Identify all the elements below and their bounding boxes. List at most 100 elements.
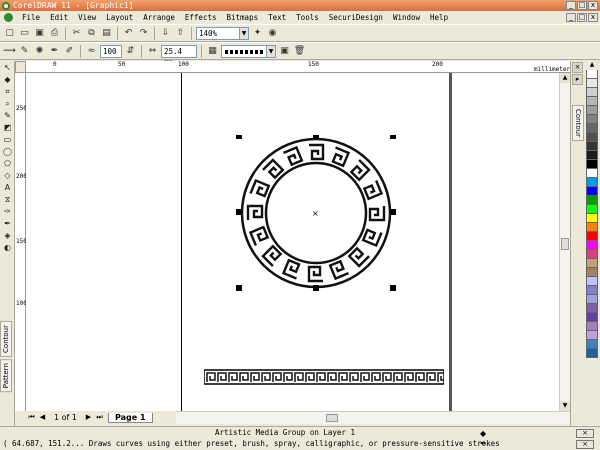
chevron-down-icon[interactable]: ▼ bbox=[240, 26, 249, 40]
page-tab[interactable]: Page 1 bbox=[107, 412, 153, 423]
menu-view[interactable]: View bbox=[73, 13, 101, 22]
doc-close-button[interactable]: x bbox=[588, 13, 598, 22]
zoom-combo[interactable]: 140% ▼ bbox=[196, 26, 249, 40]
interactive-blend-tool-icon[interactable]: ⧖ bbox=[1, 194, 14, 205]
color-swatch[interactable] bbox=[586, 187, 598, 196]
selection-handle[interactable] bbox=[390, 209, 396, 215]
color-swatch[interactable] bbox=[586, 142, 598, 151]
fill-tool-icon[interactable]: ◈ bbox=[1, 230, 14, 241]
docker-close-icon[interactable]: × bbox=[572, 62, 583, 73]
color-swatch[interactable] bbox=[586, 178, 598, 187]
color-swatch[interactable] bbox=[586, 151, 598, 160]
import-icon[interactable]: ⇩ bbox=[159, 27, 172, 40]
horizontal-scroll-thumb[interactable] bbox=[326, 414, 338, 422]
outline-tool-icon[interactable]: ✒ bbox=[1, 218, 14, 229]
color-swatch[interactable] bbox=[586, 295, 598, 304]
color-swatch[interactable] bbox=[586, 259, 598, 268]
docker-arrow-icon[interactable]: ▸ bbox=[572, 74, 583, 85]
ruler-origin[interactable] bbox=[15, 61, 26, 73]
greek-key-border[interactable] bbox=[204, 369, 444, 385]
horizontal-ruler[interactable]: 0 50 100 150 200 millimeters bbox=[26, 61, 574, 73]
fill-status-icon[interactable]: ◆ bbox=[480, 429, 488, 438]
calligraphic-tool-icon[interactable]: ✒ bbox=[48, 45, 61, 58]
color-swatch[interactable] bbox=[586, 214, 598, 223]
doc-minimize-button[interactable]: _ bbox=[566, 13, 576, 22]
contour-docker-tab[interactable]: Contour bbox=[0, 321, 12, 357]
minimize-button[interactable]: _ bbox=[566, 1, 576, 10]
cut-icon[interactable]: ✂ bbox=[70, 27, 83, 40]
menu-help[interactable]: Help bbox=[425, 13, 453, 22]
color-swatch[interactable] bbox=[586, 223, 598, 232]
selection-handle[interactable] bbox=[390, 135, 396, 139]
menu-effects[interactable]: Effects bbox=[180, 13, 222, 22]
vertical-scrollbar[interactable]: ▲ ▼ bbox=[559, 73, 570, 411]
color-swatch[interactable] bbox=[586, 340, 598, 349]
color-swatch[interactable] bbox=[586, 196, 598, 205]
sprayer-tool-icon[interactable]: ✺ bbox=[33, 45, 46, 58]
drawing-canvas[interactable]: × bbox=[26, 73, 559, 411]
application-launcher-icon[interactable]: ✦ bbox=[251, 27, 264, 40]
save-stroke-icon[interactable]: ▣ bbox=[278, 45, 291, 58]
vertical-scroll-thumb[interactable] bbox=[561, 238, 569, 250]
selection-handle[interactable] bbox=[236, 285, 242, 291]
paste-icon[interactable]: ▤ bbox=[100, 27, 113, 40]
color-swatch[interactable] bbox=[586, 70, 598, 79]
rectangle-tool-icon[interactable]: ▭ bbox=[1, 134, 14, 145]
doc-restore-button[interactable]: □ bbox=[577, 13, 587, 22]
menu-window[interactable]: Window bbox=[388, 13, 425, 22]
color-swatch[interactable] bbox=[586, 160, 598, 169]
basic-shapes-tool-icon[interactable]: ◇ bbox=[1, 170, 14, 181]
color-swatch[interactable] bbox=[586, 241, 598, 250]
document-icon[interactable] bbox=[4, 13, 13, 22]
status-close-button[interactable]: × bbox=[576, 429, 594, 438]
smoothness-field[interactable]: 100 bbox=[100, 44, 122, 58]
color-swatch[interactable] bbox=[586, 79, 598, 88]
selection-handle[interactable] bbox=[313, 135, 319, 139]
color-swatch[interactable] bbox=[586, 88, 598, 97]
interactive-fill-tool-icon[interactable]: ◐ bbox=[1, 242, 14, 253]
color-swatch[interactable] bbox=[586, 106, 598, 115]
close-button[interactable]: x bbox=[588, 1, 598, 10]
zoom-level-field[interactable]: 140% bbox=[196, 26, 240, 40]
color-swatch[interactable] bbox=[586, 313, 598, 322]
chevron-down-icon[interactable]: ▼ bbox=[267, 44, 276, 58]
color-swatch[interactable] bbox=[586, 304, 598, 313]
eyedropper-tool-icon[interactable]: ✑ bbox=[1, 206, 14, 217]
color-swatch[interactable] bbox=[586, 169, 598, 178]
stroke-preset-combo[interactable]: ▼ bbox=[221, 44, 276, 58]
spin-arrows-icon[interactable]: ⇵ bbox=[124, 45, 137, 58]
stroke-width-field[interactable]: 25.4 mm bbox=[161, 44, 197, 67]
color-swatch[interactable] bbox=[586, 250, 598, 259]
new-icon[interactable]: ▢ bbox=[3, 27, 16, 40]
coreldraw-app-icon[interactable] bbox=[2, 1, 10, 10]
next-page-icon[interactable]: ▶ bbox=[83, 412, 94, 423]
stroke-preview[interactable] bbox=[221, 44, 267, 58]
color-swatch[interactable] bbox=[586, 232, 598, 241]
corel-online-icon[interactable]: ◉ bbox=[266, 27, 279, 40]
outline-status-icon[interactable]: ✒ bbox=[480, 439, 488, 448]
scroll-up-icon[interactable]: ▲ bbox=[560, 73, 570, 83]
freehand-tool-icon[interactable]: ✎ bbox=[1, 110, 14, 121]
redo-icon[interactable]: ↷ bbox=[137, 27, 150, 40]
color-swatch[interactable] bbox=[586, 286, 598, 295]
menu-tools[interactable]: Tools bbox=[291, 13, 324, 22]
menu-securidesign[interactable]: SecuriDesign bbox=[324, 13, 388, 22]
selection-handle[interactable] bbox=[390, 285, 396, 291]
color-swatch[interactable] bbox=[586, 97, 598, 106]
status-close-button-2[interactable]: × bbox=[576, 440, 594, 449]
color-swatch[interactable] bbox=[586, 277, 598, 286]
color-swatch[interactable] bbox=[586, 133, 598, 142]
contour-docker-tab-right[interactable]: Contour bbox=[572, 105, 584, 141]
save-icon[interactable]: ▣ bbox=[33, 27, 46, 40]
color-swatch[interactable] bbox=[586, 268, 598, 277]
greek-key-ring[interactable]: × bbox=[226, 135, 406, 295]
pick-tool-icon[interactable]: ↖ bbox=[1, 62, 14, 73]
last-page-icon[interactable]: ⏭ bbox=[94, 412, 105, 423]
text-tool-icon[interactable]: A bbox=[1, 182, 14, 193]
print-icon[interactable]: ⎙ bbox=[48, 27, 61, 40]
color-swatch[interactable] bbox=[586, 115, 598, 124]
open-icon[interactable]: ▭ bbox=[18, 27, 31, 40]
selection-handle[interactable] bbox=[313, 285, 319, 291]
menu-layout[interactable]: Layout bbox=[101, 13, 138, 22]
crop-tool-icon[interactable]: ⌗ bbox=[1, 86, 14, 97]
